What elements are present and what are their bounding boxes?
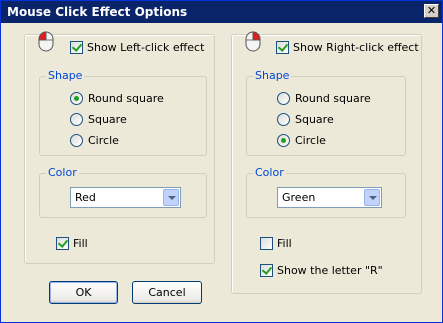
right-fill-checkbox-row[interactable]: Fill [260,237,292,250]
left-shape-group: Shape Round square Square Circle [39,69,207,156]
dialog-window: Mouse Click Effect Options ✕ Show Left-c… [0,0,443,323]
right-show-checkbox-row[interactable]: Show Right-click effect [276,41,419,54]
left-color-legend: Color [46,166,79,179]
right-letter-checkbox-row[interactable]: Show the letter "R" [260,264,383,277]
right-color-group: Color Green [246,166,406,218]
ok-button[interactable]: OK [49,281,118,304]
right-click-panel: Show Right-click effect Shape Round squa… [231,31,422,294]
close-icon: ✕ [426,4,437,17]
right-shape-legend: Shape [253,69,292,82]
cancel-button[interactable]: Cancel [132,281,202,304]
radio-button[interactable] [277,113,290,126]
close-button[interactable]: ✕ [424,4,439,18]
right-shape-option[interactable]: Square [277,113,334,126]
left-shape-option[interactable]: Round square [70,92,164,105]
left-shape-option[interactable]: Circle [70,134,119,147]
right-show-label: Show Right-click effect [293,41,419,54]
right-color-value: Green [282,191,316,204]
window-title: Mouse Click Effect Options [7,5,188,19]
right-letter-checkbox[interactable] [260,264,273,277]
left-show-checkbox[interactable] [70,41,83,54]
title-bar[interactable]: Mouse Click Effect Options ✕ [1,1,442,23]
radio-label: Round square [295,92,371,105]
left-fill-checkbox-row[interactable]: Fill [56,237,88,250]
mouse-left-button-icon [38,31,54,52]
left-shape-option[interactable]: Square [70,113,127,126]
radio-label: Square [295,113,334,126]
right-fill-label: Fill [277,237,292,250]
left-show-label: Show Left-click effect [87,41,205,54]
right-shape-group: Shape Round square Square Circle [246,69,406,156]
right-show-checkbox[interactable] [276,41,289,54]
left-color-value: Red [75,191,96,204]
left-color-group: Color Red [39,166,207,218]
mouse-right-button-icon [245,31,261,52]
radio-button[interactable] [70,113,83,126]
right-shape-option[interactable]: Circle [277,134,326,147]
left-show-checkbox-row[interactable]: Show Left-click effect [70,41,204,54]
right-shape-option[interactable]: Round square [277,92,371,105]
chevron-down-icon[interactable] [163,189,179,206]
radio-label: Round square [88,92,164,105]
left-shape-legend: Shape [46,69,85,82]
left-fill-checkbox[interactable] [56,237,69,250]
radio-label: Square [88,113,127,126]
radio-button[interactable] [277,134,290,147]
radio-button[interactable] [70,134,83,147]
right-fill-checkbox[interactable] [260,237,273,250]
right-letter-label: Show the letter "R" [277,264,383,277]
left-fill-label: Fill [73,237,88,250]
right-color-legend: Color [253,166,286,179]
radio-label: Circle [295,134,326,147]
chevron-down-icon[interactable] [364,189,380,206]
radio-button[interactable] [277,92,290,105]
radio-label: Circle [88,134,119,147]
left-color-select[interactable]: Red [70,187,181,208]
radio-button[interactable] [70,92,83,105]
right-color-select[interactable]: Green [277,187,382,208]
left-click-panel: Show Left-click effect Shape Round squar… [24,31,215,264]
